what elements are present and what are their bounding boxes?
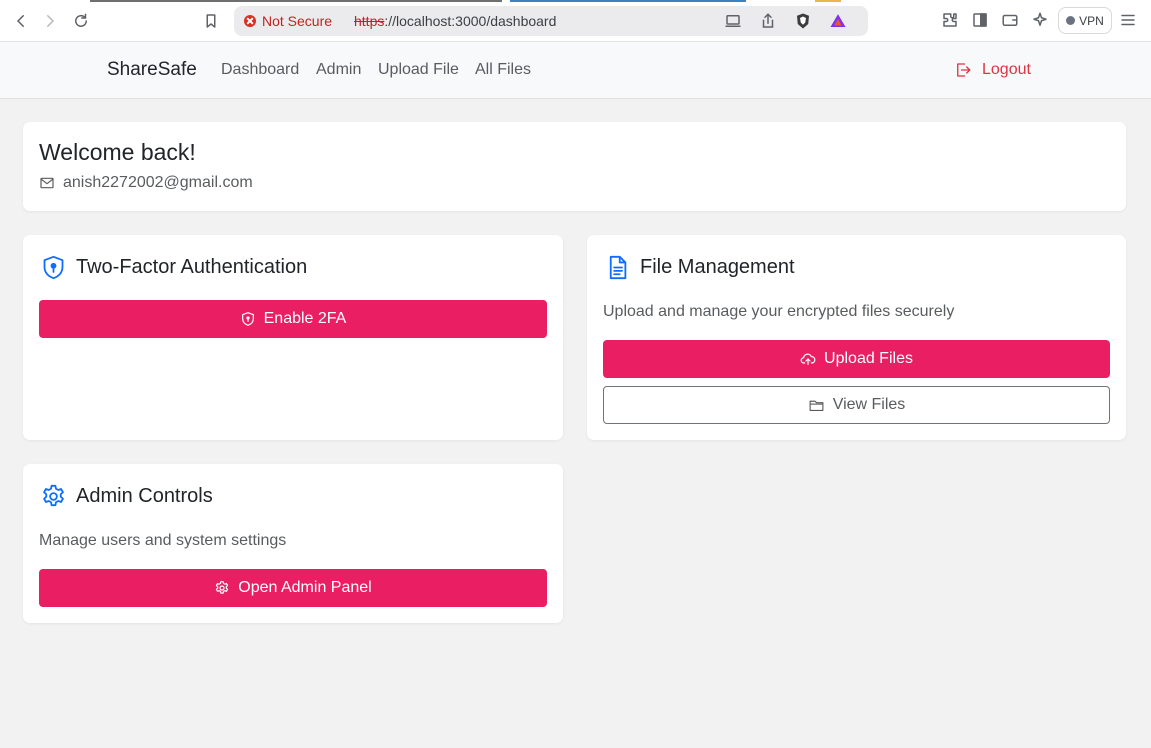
envelope-icon (39, 175, 55, 191)
card-header: Two-Factor Authentication (39, 252, 307, 282)
brave-shield-icon[interactable] (794, 12, 812, 30)
brave-rewards-icon[interactable] (829, 12, 847, 30)
logout-icon (954, 61, 972, 79)
app-navbar: ShareSafe Dashboard Admin Upload File Al… (0, 42, 1151, 99)
card-header: File Management (603, 252, 795, 282)
vpn-button[interactable]: VPN (1058, 7, 1112, 34)
tab-strip (510, 0, 746, 2)
view-files-button[interactable]: View Files (603, 386, 1110, 424)
open-admin-panel-label: Open Admin Panel (238, 579, 372, 596)
bookmark-icon[interactable] (200, 10, 222, 32)
gear-icon (214, 580, 230, 596)
menu-icon[interactable] (1119, 11, 1139, 31)
back-icon[interactable] (10, 10, 32, 32)
upload-files-button[interactable]: Upload Files (603, 340, 1110, 378)
shield-lock-icon (39, 252, 67, 282)
admin-controls-description: Manage users and system settings (39, 532, 287, 549)
file-text-icon (603, 252, 631, 282)
reload-icon[interactable] (70, 10, 92, 32)
file-management-description: Upload and manage your encrypted files s… (603, 303, 955, 320)
file-management-title: File Management (640, 255, 795, 278)
cast-icon[interactable] (724, 12, 742, 30)
wallet-icon[interactable] (1001, 11, 1021, 31)
gear-icon (39, 481, 67, 511)
welcome-card: Welcome back! anish2272002@gmail.com (23, 122, 1126, 211)
url-path: ://localhost:3000/dashboard (384, 13, 557, 29)
address-bar[interactable]: Not Secure https://localhost:3000/dashbo… (234, 6, 868, 36)
user-email-row: anish2272002@gmail.com (39, 174, 253, 192)
share-icon[interactable] (759, 12, 777, 30)
admin-controls-title: Admin Controls (76, 484, 213, 507)
leo-ai-icon[interactable] (1031, 11, 1051, 31)
brand-logo[interactable]: ShareSafe (107, 59, 197, 81)
browser-toolbar: Not Secure https://localhost:3000/dashbo… (0, 0, 1151, 42)
card-header: Admin Controls (39, 481, 213, 511)
nav-link-upload-file[interactable]: Upload File (378, 61, 459, 79)
logout-button[interactable]: Logout (954, 61, 1031, 79)
tab-strip (90, 0, 502, 2)
nav-link-all-files[interactable]: All Files (475, 61, 531, 79)
security-label: Not Secure (262, 13, 333, 29)
enable-2fa-button[interactable]: Enable 2FA (39, 300, 547, 338)
vpn-label: VPN (1079, 13, 1104, 28)
extensions-icon[interactable] (941, 11, 961, 31)
nav-link-dashboard[interactable]: Dashboard (221, 61, 299, 79)
upload-files-label: Upload Files (824, 350, 913, 367)
admin-controls-card: Admin Controls Manage users and system s… (23, 464, 563, 623)
url-scheme: https (354, 13, 385, 29)
folder-icon (808, 397, 825, 414)
sidebar-icon[interactable] (971, 11, 991, 31)
logout-label: Logout (982, 61, 1031, 78)
open-admin-panel-button[interactable]: Open Admin Panel (39, 569, 547, 607)
tab-strip (815, 0, 841, 2)
url-text[interactable]: https://localhost:3000/dashboard (354, 13, 556, 29)
not-secure-icon (244, 15, 256, 27)
user-email: anish2272002@gmail.com (63, 174, 253, 191)
welcome-title: Welcome back! (39, 139, 196, 165)
shield-icon (240, 311, 256, 327)
two-factor-card: Two-Factor Authentication Enable 2FA (23, 235, 563, 440)
enable-2fa-label: Enable 2FA (263, 310, 347, 327)
vpn-status-icon (1066, 16, 1076, 25)
file-management-card: File Management Upload and manage your e… (587, 235, 1126, 440)
two-factor-title: Two-Factor Authentication (76, 255, 308, 278)
nav-link-admin[interactable]: Admin (316, 61, 361, 79)
forward-icon[interactable] (39, 10, 61, 32)
cloud-upload-icon (800, 351, 816, 367)
view-files-label: View Files (832, 396, 906, 413)
